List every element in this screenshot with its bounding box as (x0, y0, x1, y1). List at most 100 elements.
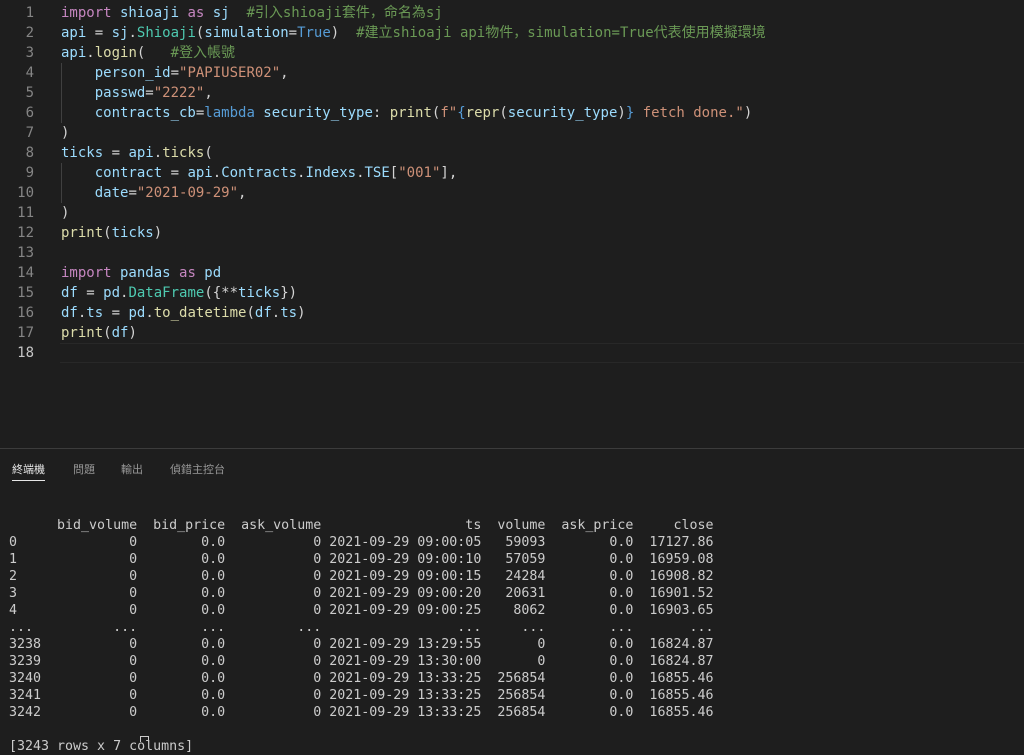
bottom-panel: 終端機 問題 輸出 偵錯主控台 bid_volume bid_price ask… (0, 448, 1024, 754)
code-token: = (103, 305, 129, 321)
terminal-line: 3239 0 0.0 0 2021-09-29 13:30:00 0 0.0 1… (9, 654, 714, 669)
code-token: = (162, 165, 188, 181)
code-token: } (625, 105, 635, 121)
code-token: TSE (364, 165, 390, 181)
code-token: Indexs (305, 165, 357, 181)
code-line[interactable]: 14 import pandas as pd (0, 263, 1024, 283)
code-line[interactable]: 5 passwd="2222", (0, 83, 1024, 103)
code-token: "2021-09-29" (136, 185, 239, 201)
code-token: df (61, 285, 78, 301)
line-number: 2 (25, 25, 34, 41)
code-line[interactable]: 12 print(ticks) (0, 223, 1024, 243)
code-line[interactable]: 4 person_id="PAPIUSER02", (0, 63, 1024, 83)
terminal-line: 3241 0 0.0 0 2021-09-29 13:33:25 256854 … (9, 688, 714, 703)
terminal-line: 2 0 0.0 0 2021-09-29 09:00:15 24284 0.0 … (9, 569, 714, 584)
code-text: print(df) (61, 323, 137, 343)
terminal-line: 3 0 0.0 0 2021-09-29 09:00:20 20631 0.0 … (9, 586, 714, 601)
code-token: ) (297, 305, 306, 321)
code-line[interactable]: 17 print(df) (0, 323, 1024, 343)
code-token: ts (280, 305, 298, 321)
code-token: api (61, 45, 87, 61)
code-token: #建立shioaji api物件，simulation=True代表使用模擬環境 (356, 25, 766, 41)
code-text: date="2021-09-29", (61, 183, 247, 203)
code-token: . (86, 45, 95, 61)
tab-terminal[interactable]: 終端機 (12, 461, 45, 481)
code-token: to_datetime (153, 305, 247, 321)
code-token: fetch done." (634, 105, 744, 121)
code-token: ({** (204, 285, 239, 301)
tab-problems[interactable]: 問題 (73, 461, 95, 477)
code-token: person_id (61, 65, 171, 81)
line-number: 10 (17, 185, 34, 201)
code-token: print (61, 225, 104, 241)
code-line[interactable]: 13 (0, 243, 1024, 263)
code-token: ) (128, 325, 137, 341)
code-token: as (179, 265, 196, 281)
code-token: shioaji (111, 5, 188, 21)
code-token: ) (743, 105, 753, 121)
terminal-line: 0 0 0.0 0 2021-09-29 09:00:05 59093 0.0 … (9, 535, 714, 550)
code-token: sj (111, 25, 129, 41)
code-token: print (61, 325, 104, 341)
code-token: . (356, 165, 365, 181)
code-token: = (77, 285, 104, 301)
code-token: #引入shioaji套件，命名為sj (246, 5, 443, 21)
line-number: 4 (25, 65, 34, 81)
code-token: api (61, 25, 87, 41)
code-line[interactable]: 3 api.login( #登入帳號 (0, 43, 1024, 63)
code-token: pd (195, 265, 222, 281)
tab-output[interactable]: 輸出 (121, 461, 143, 477)
code-text: passwd="2222", (61, 83, 213, 103)
code-token: = (145, 85, 154, 101)
code-text: df.ts = pd.to_datetime(df.ts) (61, 303, 306, 323)
code-token: ) (61, 205, 70, 221)
code-line[interactable]: 15 df = pd.DataFrame({**ticks}) (0, 283, 1024, 303)
terminal-line: 3242 0 0.0 0 2021-09-29 13:33:25 256854 … (9, 705, 714, 720)
code-token: ( (103, 325, 112, 341)
code-token: ], (440, 165, 458, 181)
code-token: ) (153, 225, 163, 241)
code-text: import pandas as pd (61, 263, 221, 283)
code-text: contracts_cb=lambda security_type: print… (61, 103, 753, 123)
code-editor[interactable]: 1 import shioaji as sj #引入shioaji套件，命名為sj… (0, 0, 1024, 448)
terminal-cursor (140, 736, 149, 742)
code-line[interactable]: 10 date="2021-09-29", (0, 183, 1024, 203)
code-token: = (170, 65, 180, 81)
code-text: api = sj.Shioaji(simulation=True) #建立shi… (61, 23, 766, 43)
code-line[interactable]: 6 contracts_cb=lambda security_type: pri… (0, 103, 1024, 123)
code-line[interactable]: 11) (0, 203, 1024, 223)
code-line[interactable]: 18 (0, 343, 1024, 363)
terminal-line: bid_volume bid_price ask_volume ts volum… (9, 518, 714, 533)
tab-debug-console[interactable]: 偵錯主控台 (170, 461, 225, 477)
code-line[interactable]: 7) (0, 123, 1024, 143)
code-token: : (372, 105, 390, 121)
line-number: 5 (25, 85, 34, 101)
terminal-line: 3238 0 0.0 0 2021-09-29 13:29:55 0 0.0 1… (9, 637, 714, 652)
code-line[interactable]: 8 ticks = api.ticks( (0, 143, 1024, 163)
code-text: ticks = api.ticks( (61, 143, 213, 163)
code-token: ticks (162, 145, 205, 161)
code-token: df (111, 325, 129, 341)
code-token: = (103, 145, 129, 161)
code-line[interactable]: 2 api = sj.Shioaji(simulation=True) #建立sh… (0, 23, 1024, 43)
code-token: ( (204, 145, 213, 161)
code-token: pandas (111, 265, 180, 281)
terminal-output[interactable]: bid_volume bid_price ask_volume ts volum… (9, 500, 713, 755)
code-text: print(ticks) (61, 223, 162, 243)
code-token: . (153, 145, 163, 161)
line-number: 17 (17, 325, 34, 341)
code-text: person_id="PAPIUSER02", (61, 63, 289, 83)
code-token: = (128, 185, 137, 201)
code-line[interactable]: 9 contract = api.Contracts.Indexs.TSE["0… (0, 163, 1024, 183)
code-token: }) (280, 285, 298, 301)
code-token: api (128, 145, 154, 161)
code-token: = (288, 25, 298, 41)
code-token: . (128, 25, 137, 41)
code-token: Contracts (221, 165, 298, 181)
code-token: import (61, 265, 112, 281)
code-line[interactable]: 16 df.ts = pd.to_datetime(df.ts) (0, 303, 1024, 323)
code-line[interactable]: 1 import shioaji as sj #引入shioaji套件，命名為sj (0, 3, 1024, 23)
code-token: DataFrame (128, 285, 205, 301)
code-token: date (61, 185, 129, 201)
